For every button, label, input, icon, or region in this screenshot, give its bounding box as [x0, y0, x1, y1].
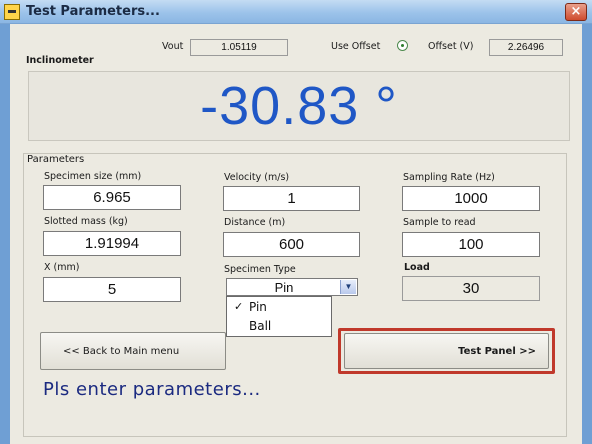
sampling-rate-input[interactable]: 1000	[402, 186, 540, 211]
sample-to-read-label: Sample to read	[403, 217, 476, 228]
dropdown-option-ball[interactable]: Ball	[227, 317, 331, 335]
load-display: 30	[402, 276, 540, 301]
main-panel: Inclinometer Vout 1.05119 Use Offset Off…	[10, 24, 582, 444]
velocity-label: Velocity (m/s)	[224, 172, 290, 183]
test-panel-button[interactable]: Test Panel >>	[344, 333, 549, 369]
specimen-type-dropdown: ✓ Pin Ball	[226, 296, 332, 337]
window-title: Test Parameters...	[26, 4, 160, 19]
specimen-size-input[interactable]: 6.965	[43, 185, 181, 210]
back-button-label: << Back to Main menu	[63, 345, 180, 357]
offset-display: 2.26496	[489, 39, 563, 56]
use-offset-label: Use Offset	[331, 41, 381, 52]
back-to-main-menu-button[interactable]: << Back to Main menu	[40, 332, 226, 370]
parameters-section-label: Parameters	[27, 154, 85, 165]
x-label: X (mm)	[44, 262, 80, 273]
specimen-type-label: Specimen Type	[224, 264, 296, 275]
sampling-rate-label: Sampling Rate (Hz)	[403, 172, 495, 183]
close-button[interactable]: ×	[565, 3, 587, 21]
slotted-mass-label: Slotted mass (kg)	[44, 216, 128, 227]
offset-label: Offset (V)	[428, 41, 474, 52]
app-icon	[4, 4, 20, 20]
status-message: Pls enter parameters...	[43, 379, 261, 400]
dropdown-option-pin[interactable]: ✓ Pin	[227, 298, 331, 316]
load-label: Load	[404, 262, 430, 273]
vout-display: 1.05119	[190, 39, 288, 56]
option-label: Pin	[249, 300, 267, 314]
specimen-type-select[interactable]: Pin ▼	[226, 278, 358, 296]
distance-input[interactable]: 600	[223, 232, 360, 257]
vout-label: Vout	[162, 41, 184, 52]
specimen-size-label: Specimen size (mm)	[44, 171, 142, 182]
inclinometer-reading: -30.83 °	[200, 76, 398, 136]
sample-to-read-input[interactable]: 100	[402, 232, 540, 257]
inclinometer-section-label: Inclinometer	[26, 55, 94, 66]
slotted-mass-input[interactable]: 1.91994	[43, 231, 181, 256]
checkmark-icon: ✓	[234, 300, 244, 313]
x-input[interactable]: 5	[43, 277, 181, 302]
test-parameters-window: Test Parameters... × Inclinometer Vout 1…	[0, 0, 592, 444]
inclinometer-readout: -30.83 °	[28, 71, 570, 141]
specimen-type-value: Pin	[274, 279, 294, 295]
test-panel-button-label: Test Panel >>	[458, 345, 536, 357]
distance-label: Distance (m)	[224, 217, 286, 228]
velocity-input[interactable]: 1	[223, 186, 360, 211]
use-offset-radio[interactable]	[397, 40, 408, 51]
title-bar[interactable]: Test Parameters... ×	[0, 0, 592, 24]
option-label: Ball	[249, 319, 272, 333]
chevron-down-icon[interactable]: ▼	[340, 280, 356, 294]
